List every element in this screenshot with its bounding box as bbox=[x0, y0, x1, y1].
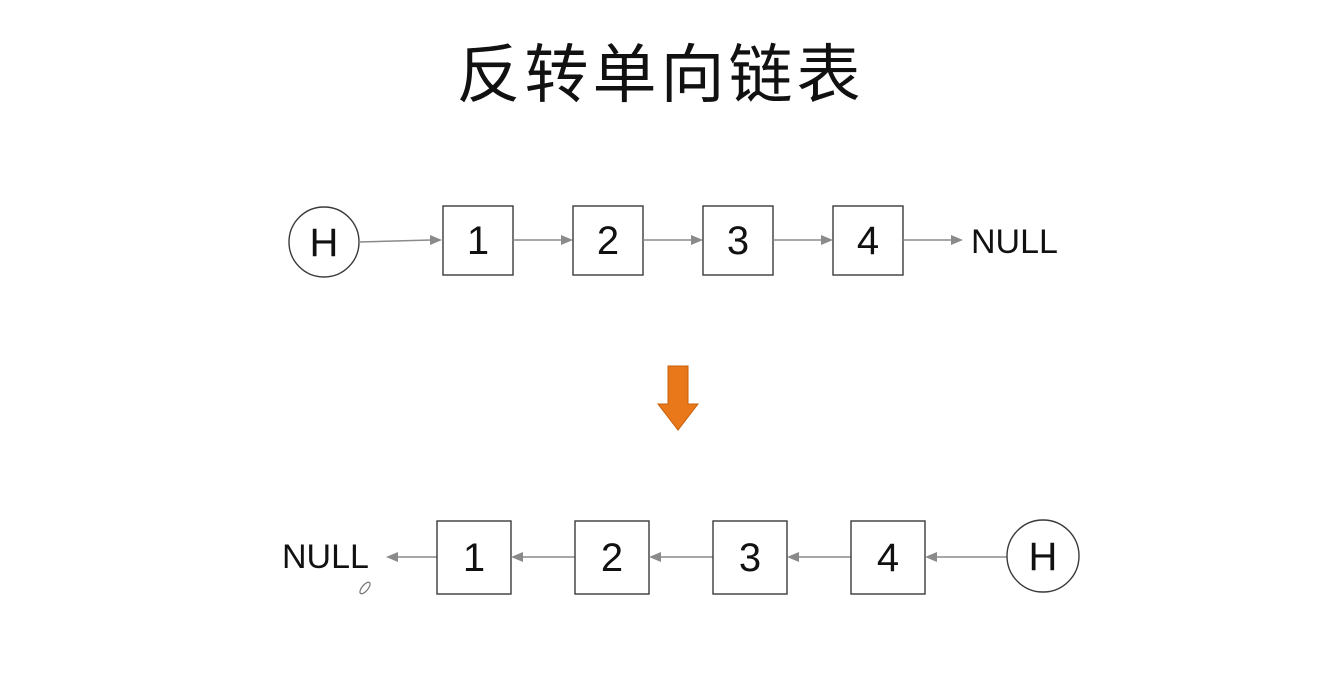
arrowhead-head-to-node-4 bbox=[925, 552, 937, 562]
node-4-original-label: 4 bbox=[857, 219, 879, 263]
head-label-reversed: H bbox=[1029, 535, 1058, 579]
arrowhead-node-3-to-node-4 bbox=[821, 235, 833, 245]
pencil-cursor-icon bbox=[359, 581, 371, 595]
node-2-original-label: 2 bbox=[597, 219, 619, 263]
arrowhead-node-1-to-null bbox=[386, 552, 398, 562]
arrowhead-node-2-to-node-1 bbox=[511, 552, 523, 562]
link-head-to-node-1 bbox=[358, 239, 432, 243]
null-terminator-reversed: NULL bbox=[282, 538, 369, 576]
null-terminator-original: NULL bbox=[971, 223, 1058, 261]
arrowhead-node-3-to-node-2 bbox=[649, 552, 661, 562]
arrowhead-node-4-to-null bbox=[951, 235, 963, 245]
node-2-reversed-label: 2 bbox=[601, 536, 623, 580]
linked-list-diagram: H 1 2 3 4 NULL NULL 1 2 3 4 H bbox=[282, 205, 1080, 595]
node-1-reversed-label: 1 bbox=[463, 536, 485, 580]
arrowhead-node-4-to-node-3 bbox=[787, 552, 799, 562]
node-4-reversed-label: 4 bbox=[877, 536, 899, 580]
node-3-original-label: 3 bbox=[727, 219, 749, 263]
node-3-reversed-label: 3 bbox=[739, 536, 761, 580]
head-label-original: H bbox=[310, 221, 339, 265]
node-1-original-label: 1 bbox=[467, 219, 489, 263]
down-arrow-icon bbox=[656, 365, 700, 431]
arrowhead-node-2-to-node-3 bbox=[691, 235, 703, 245]
arrowhead-head-to-node-1 bbox=[430, 235, 442, 245]
reversed-list: NULL 1 2 3 4 H bbox=[282, 519, 1080, 595]
original-list: H 1 2 3 4 NULL bbox=[288, 205, 1058, 278]
arrowhead-node-1-to-node-2 bbox=[561, 235, 573, 245]
